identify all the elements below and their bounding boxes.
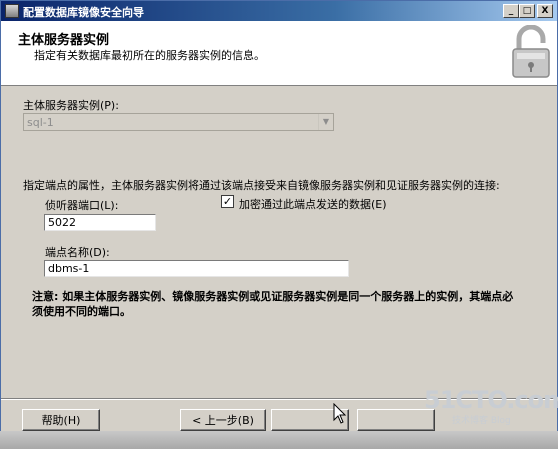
page-description: 指定有关数据库最初所在的服务器实例的信息。 (34, 49, 265, 62)
listener-port-label: 侦听器端口(L): (45, 199, 119, 212)
endpoint-intro: 指定端点的属性，主体服务器实例将通过该端点接受来自镜像服务器实例和见证服务器实例… (23, 179, 500, 192)
listener-port-input[interactable] (44, 214, 156, 231)
mouse-cursor-icon (333, 403, 347, 424)
help-button[interactable]: 帮助(H) (22, 409, 100, 431)
wizard-header: 主体服务器实例 指定有关数据库最初所在的服务器实例的信息。 (1, 21, 557, 86)
encrypt-label[interactable]: 加密通过此端点发送的数据(E) (239, 196, 387, 212)
window-title: 配置数据库镜像安全向导 (23, 6, 144, 19)
watermark-logo: 51CTO.com (424, 386, 558, 414)
principal-server-combo[interactable]: sql-1 ▼ (23, 113, 334, 131)
principal-server-value: sql-1 (27, 116, 54, 129)
back-button[interactable]: < 上一步(B) (180, 409, 266, 431)
maximize-button[interactable]: □ (519, 4, 535, 18)
endpoint-name-input[interactable] (44, 260, 349, 277)
page-title: 主体服务器实例 (18, 33, 110, 48)
watermark-subtitle: 技术博客 Blog (452, 416, 511, 426)
chevron-down-icon[interactable]: ▼ (318, 114, 333, 130)
lock-icon (512, 25, 550, 78)
principal-server-label: 主体服务器实例(P): (23, 99, 119, 112)
endpoint-name-label: 端点名称(D): (45, 246, 110, 259)
title-bar[interactable]: 配置数据库镜像安全向导 _ □ X (1, 1, 557, 21)
taskbar-strip (0, 431, 558, 449)
wizard-window: 配置数据库镜像安全向导 _ □ X 主体服务器实例 指定有关数据库最初所在的服务… (0, 0, 558, 449)
close-button[interactable]: X (537, 4, 553, 18)
minimize-button[interactable]: _ (503, 4, 519, 18)
note-text: 注意: 如果主体服务器实例、镜像服务器实例或见证服务器实例是同一个服务器上的实例… (32, 290, 514, 318)
encrypt-checkbox[interactable]: ✓ (221, 195, 234, 208)
app-icon (5, 4, 19, 18)
